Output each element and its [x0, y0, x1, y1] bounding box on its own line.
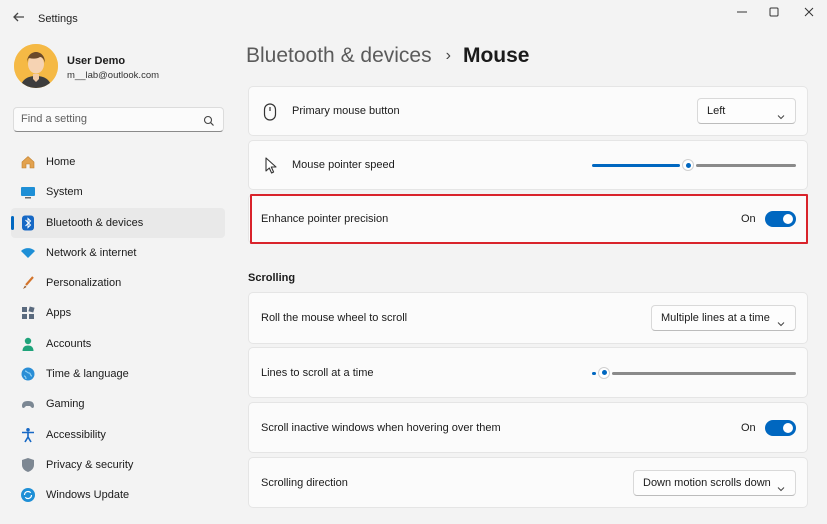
- mouse-pointer-speed-label: Mouse pointer speed: [292, 159, 395, 171]
- scroll-inactive-windows-label: Scroll inactive windows when hovering ov…: [261, 421, 501, 434]
- toggle-knob: [783, 422, 793, 433]
- sidebar-item-label: Accessibility: [46, 428, 106, 441]
- enhance-pointer-precision-card: Enhance pointer precision On: [248, 194, 808, 244]
- sidebar-item-network[interactable]: Network & internet: [11, 238, 225, 268]
- close-icon[interactable]: [794, 4, 824, 24]
- user-name: User Demo: [67, 55, 126, 67]
- lines-to-scroll-slider[interactable]: [592, 366, 796, 379]
- sidebar-item-label: Bluetooth & devices: [46, 216, 144, 229]
- lines-to-scroll-label: Lines to scroll at a time: [261, 366, 374, 379]
- slider-track-filled: [592, 371, 596, 375]
- search-box[interactable]: [13, 107, 224, 132]
- sidebar-item-label: System: [46, 186, 83, 199]
- scrolling-direction-card: Scrolling direction Down motion scrolls …: [248, 457, 808, 508]
- lines-to-scroll-card: Lines to scroll at a time: [248, 347, 808, 398]
- search-icon[interactable]: [203, 114, 215, 126]
- accessibility-icon: [20, 427, 36, 443]
- roll-wheel-dropdown[interactable]: Multiple lines at a time: [651, 305, 796, 331]
- breadcrumb: Bluetooth & devices › Mouse: [246, 44, 529, 68]
- sidebar-item-system[interactable]: System: [11, 177, 225, 207]
- slider-track-empty: [612, 371, 796, 375]
- bluetooth-icon: [20, 215, 36, 231]
- sidebar-item-accounts[interactable]: Accounts: [11, 329, 225, 359]
- brush-icon: [20, 275, 36, 291]
- globe-icon: [20, 366, 36, 382]
- scrolling-section-title: Scrolling: [248, 272, 296, 284]
- sidebar-item-windows-update[interactable]: Windows Update: [11, 480, 225, 510]
- scrolling-direction-label: Scrolling direction: [261, 476, 348, 489]
- accounts-icon: [20, 336, 36, 352]
- sidebar-item-accessibility[interactable]: Accessibility: [11, 420, 225, 450]
- chevron-down-icon: [777, 315, 785, 327]
- mouse-pointer-speed-card: Mouse pointer speed: [248, 140, 808, 190]
- primary-mouse-button-card: Primary mouse button Left: [248, 86, 808, 136]
- sidebar-item-bluetooth[interactable]: Bluetooth & devices: [11, 207, 225, 238]
- roll-wheel-card: Roll the mouse wheel to scroll Multiple …: [248, 292, 808, 344]
- mouse-icon: [263, 103, 277, 126]
- primary-mouse-button-label: Primary mouse button: [292, 105, 400, 117]
- enhance-pointer-precision-toggle[interactable]: [765, 211, 796, 227]
- shield-icon: [20, 457, 36, 473]
- sidebar-item-label: Time & language: [46, 368, 129, 381]
- sidebar-item-time-language[interactable]: Time & language: [11, 359, 225, 389]
- sidebar-item-label: Personalization: [46, 277, 122, 290]
- sidebar-item-label: Home: [46, 156, 76, 168]
- page-title: Mouse: [462, 44, 530, 67]
- title-bar: Settings: [0, 0, 827, 36]
- slider-track-filled: [592, 164, 680, 167]
- sidebar-item-apps[interactable]: Apps: [11, 298, 225, 328]
- minimize-icon[interactable]: [727, 4, 757, 24]
- chevron-down-icon: [777, 480, 785, 491]
- enhance-pointer-precision-label: Enhance pointer precision: [261, 213, 389, 225]
- gamepad-icon: [20, 396, 36, 412]
- sidebar-item-label: Network & internet: [46, 246, 137, 259]
- slider-thumb[interactable]: [682, 159, 694, 171]
- roll-wheel-label: Roll the mouse wheel to scroll: [261, 312, 408, 324]
- wifi-icon: [20, 245, 36, 261]
- sidebar-item-personalization[interactable]: Personalization: [11, 268, 225, 298]
- toggle-knob: [783, 214, 793, 224]
- sidebar-item-gaming[interactable]: Gaming: [11, 389, 225, 419]
- avatar[interactable]: [14, 44, 58, 88]
- system-icon: [20, 184, 36, 200]
- home-icon: [20, 154, 36, 170]
- user-email: m__lab@outlook.com: [67, 70, 160, 81]
- sidebar-item-label: Apps: [46, 307, 72, 320]
- sidebar-item-privacy-security[interactable]: Privacy & security: [11, 450, 225, 480]
- scrolling-direction-dropdown[interactable]: Down motion scrolls down: [633, 469, 796, 496]
- scroll-inactive-windows-card: Scroll inactive windows when hovering ov…: [248, 402, 808, 453]
- back-arrow-icon[interactable]: [10, 10, 28, 28]
- sidebar-item-home[interactable]: Home: [11, 147, 225, 177]
- sidebar-item-label: Privacy & security: [46, 458, 134, 471]
- breadcrumb-separator: ›: [445, 47, 451, 64]
- search-input[interactable]: [21, 113, 201, 125]
- update-icon: [20, 487, 36, 503]
- active-indicator: [11, 215, 14, 230]
- sidebar-item-label: Gaming: [46, 398, 85, 411]
- toggle-state-text: On: [741, 213, 756, 225]
- dropdown-value: Multiple lines at a time: [661, 312, 770, 324]
- pointer-speed-slider[interactable]: [592, 159, 796, 171]
- breadcrumb-parent[interactable]: Bluetooth & devices: [246, 44, 432, 67]
- slider-thumb[interactable]: [598, 366, 610, 379]
- chevron-down-icon: [777, 108, 785, 120]
- apps-icon: [20, 305, 36, 321]
- scroll-inactive-windows-toggle[interactable]: [765, 419, 796, 436]
- sidebar-item-label: Windows Update: [46, 489, 130, 502]
- toggle-state-text: On: [741, 421, 756, 434]
- app-title: Settings: [38, 13, 78, 25]
- sidebar-item-label: Accounts: [46, 337, 92, 350]
- sidebar-nav: Home System Bluetooth & devices Network …: [11, 147, 225, 511]
- dropdown-value: Left: [707, 105, 726, 117]
- maximize-icon[interactable]: [759, 4, 789, 24]
- dropdown-value: Down motion scrolls down: [643, 476, 771, 489]
- pointer-icon: [264, 157, 278, 180]
- slider-track-empty: [696, 164, 796, 167]
- primary-mouse-button-dropdown[interactable]: Left: [697, 98, 796, 124]
